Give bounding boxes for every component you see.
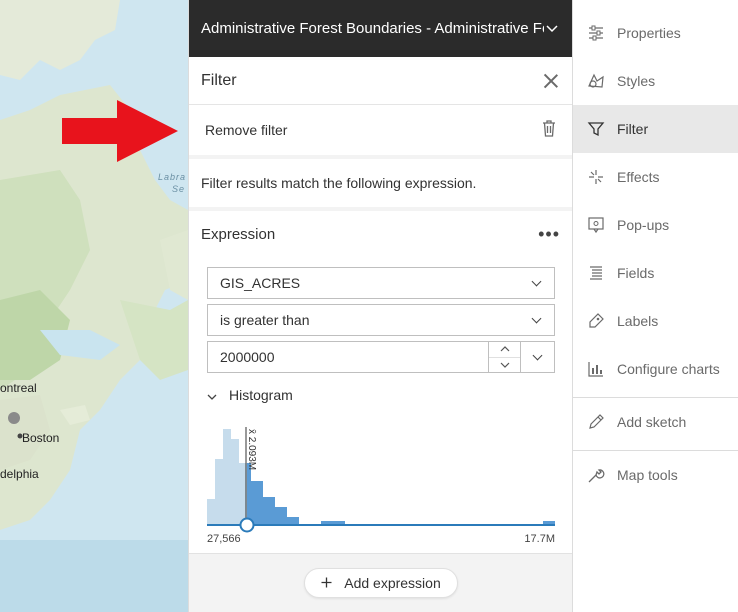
add-expression-label: Add expression bbox=[344, 575, 441, 591]
map-label-montreal: ontreal bbox=[0, 381, 37, 395]
field-select[interactable]: GIS_ACRES bbox=[207, 267, 555, 299]
sidebar-item-label: Map tools bbox=[617, 467, 678, 483]
sidebar-item-label: Styles bbox=[617, 73, 656, 89]
chevron-down-icon bbox=[532, 278, 542, 288]
styles-icon bbox=[588, 73, 604, 88]
histogram-bar bbox=[275, 507, 287, 525]
histogram-bar bbox=[251, 481, 263, 525]
map-label-boston: Boston bbox=[22, 431, 60, 445]
effects-icon bbox=[589, 170, 603, 184]
value-input[interactable]: 2000000 bbox=[207, 341, 489, 373]
field-select-value: GIS_ACRES bbox=[220, 275, 301, 291]
map-label-labrador: Labra bbox=[158, 172, 187, 182]
stepper-up-icon[interactable] bbox=[489, 342, 520, 358]
sketch-icon bbox=[589, 414, 604, 429]
labels-icon bbox=[589, 313, 604, 328]
sidebar-item-label: Filter bbox=[617, 121, 649, 137]
chevron-down-icon bbox=[533, 352, 543, 362]
histogram-max-label: 17.7M bbox=[524, 533, 555, 545]
expression-title: Expression bbox=[201, 225, 276, 243]
histogram-bar bbox=[207, 499, 215, 525]
map-label-sea: Se bbox=[172, 184, 186, 194]
sidebar-item-label: Pop-ups bbox=[617, 217, 670, 233]
operator-select[interactable]: is greater than bbox=[207, 304, 555, 336]
map-label-philadelphia: delphia bbox=[0, 467, 39, 481]
sidebar-item-styles[interactable]: Styles bbox=[573, 57, 738, 105]
sidebar-item-label: Configure charts bbox=[617, 361, 720, 377]
sidebar-item-label: Properties bbox=[617, 25, 681, 41]
sidebar-item-properties[interactable]: Properties bbox=[573, 9, 738, 57]
expression-card: Expression ••• GIS_ACRES is greater than… bbox=[189, 211, 572, 556]
histogram-bar bbox=[247, 463, 251, 525]
mean-label: x̄ 2.093M bbox=[246, 429, 257, 470]
histogram-toggle[interactable]: Histogram bbox=[207, 387, 293, 403]
expression-header: Expression ••• bbox=[189, 211, 572, 257]
histogram-bar bbox=[215, 459, 223, 525]
trash-icon[interactable] bbox=[542, 120, 556, 140]
sidebar-item-popups[interactable]: Pop-ups bbox=[573, 201, 738, 249]
red-arrow-annotation bbox=[62, 100, 178, 162]
sidebar-item-label: Add sketch bbox=[617, 414, 687, 430]
wrench-icon bbox=[588, 469, 605, 483]
histogram-label: Histogram bbox=[229, 387, 293, 403]
filter-header: Filter bbox=[189, 57, 572, 105]
sidebar-item-add-sketch[interactable]: Add sketch bbox=[573, 398, 738, 446]
filter-icon bbox=[587, 122, 605, 137]
value-input-group: 2000000 bbox=[207, 341, 555, 373]
settings-sidebar: Properties Styles Filter Effects Pop-ups… bbox=[572, 0, 738, 612]
filter-description: Filter results match the following expre… bbox=[189, 159, 572, 207]
popups-icon bbox=[588, 217, 604, 234]
charts-icon bbox=[588, 362, 603, 377]
histogram-bar bbox=[223, 429, 231, 525]
operator-select-value: is greater than bbox=[220, 312, 310, 328]
chevron-down-icon bbox=[207, 387, 217, 403]
slider-handle[interactable] bbox=[239, 517, 255, 533]
histogram-bar bbox=[287, 517, 299, 525]
fields-icon bbox=[590, 266, 602, 280]
chevron-down-icon bbox=[532, 315, 542, 325]
histogram-chart[interactable]: x̄ 2.093M 27,566 17.7M bbox=[205, 417, 561, 547]
layer-selector[interactable]: Administrative Forest Boundaries - Admin… bbox=[189, 0, 572, 57]
sidebar-item-labels[interactable]: Labels bbox=[573, 297, 738, 345]
remove-filter-row[interactable]: Remove filter bbox=[189, 105, 572, 155]
properties-icon bbox=[589, 25, 603, 41]
sidebar-item-label: Fields bbox=[617, 265, 655, 281]
add-expression-button[interactable]: Add expression bbox=[304, 568, 458, 598]
sidebar-item-label: Effects bbox=[617, 169, 660, 185]
histogram-min-label: 27,566 bbox=[207, 533, 241, 545]
sidebar-item-effects[interactable]: Effects bbox=[573, 153, 738, 201]
filter-title: Filter bbox=[201, 71, 237, 89]
basemap-graphic bbox=[0, 0, 188, 612]
sidebar-item-label: Labels bbox=[617, 313, 659, 329]
sidebar-item-map-tools[interactable]: Map tools bbox=[573, 451, 738, 499]
map-view[interactable]: Labra Se ontreal Boston delphia bbox=[0, 0, 188, 612]
sidebar-item-configure-charts[interactable]: Configure charts bbox=[573, 345, 738, 393]
plus-icon bbox=[321, 575, 332, 591]
sidebar-item-filter[interactable]: Filter bbox=[573, 105, 738, 153]
remove-filter-label: Remove filter bbox=[205, 122, 288, 138]
layer-title: Administrative Forest Boundaries - Admin… bbox=[201, 20, 544, 37]
value-stepper[interactable] bbox=[489, 341, 521, 373]
filter-panel: Administrative Forest Boundaries - Admin… bbox=[188, 0, 573, 612]
chevron-down-icon bbox=[544, 22, 560, 36]
close-icon[interactable] bbox=[542, 72, 560, 90]
more-options-icon[interactable]: ••• bbox=[538, 224, 560, 245]
value-options-dropdown[interactable] bbox=[521, 341, 555, 373]
stepper-down-icon[interactable] bbox=[489, 358, 520, 373]
histogram-bar bbox=[231, 439, 239, 525]
panel-footer: Add expression bbox=[189, 553, 573, 612]
sidebar-item-fields[interactable]: Fields bbox=[573, 249, 738, 297]
histogram-bar bbox=[263, 497, 275, 525]
